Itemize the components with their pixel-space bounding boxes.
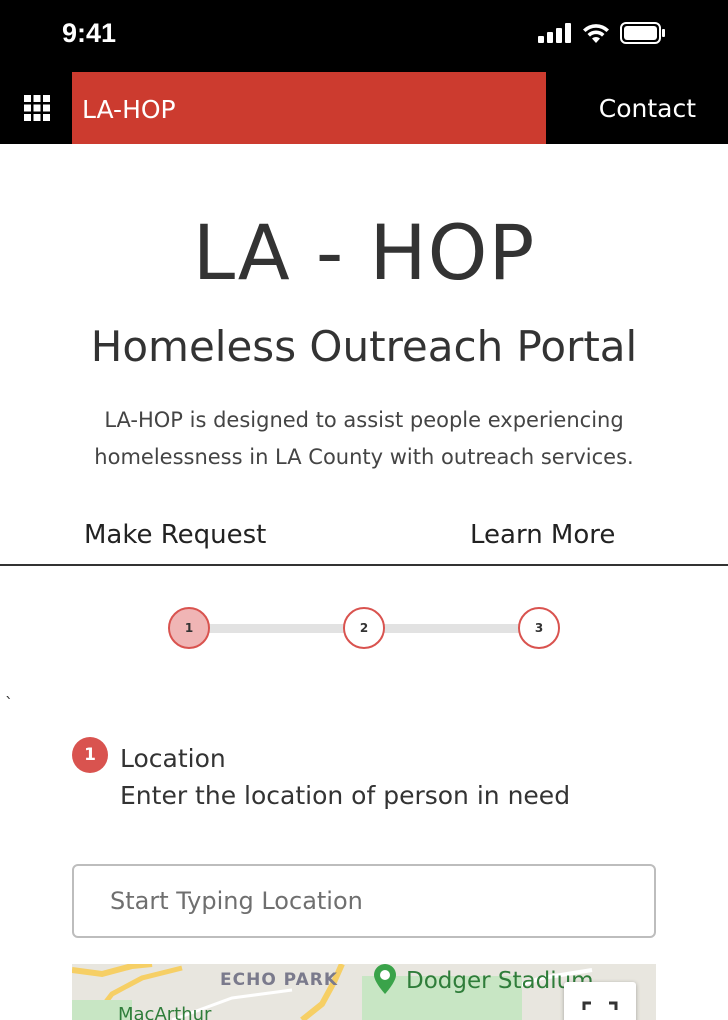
apps-grid-icon[interactable] xyxy=(24,95,50,121)
tab-make-request[interactable]: Make Request xyxy=(84,520,266,550)
contact-link[interactable]: Contact xyxy=(599,94,696,123)
tab-learn-more[interactable]: Learn More xyxy=(470,520,615,550)
section-description: Enter the location of person in need xyxy=(120,781,571,810)
wifi-icon xyxy=(583,24,609,43)
battery-icon xyxy=(620,22,665,44)
status-icons xyxy=(538,22,666,44)
step-3[interactable]: 3 xyxy=(518,607,560,649)
map[interactable]: ECHO PARK Dodger Stadium MacArthur xyxy=(72,964,656,1020)
page-subtitle: Homeless Outreach Portal xyxy=(90,322,638,371)
map-label-echo-park: ECHO PARK xyxy=(220,970,339,990)
step-1[interactable]: 1 xyxy=(168,607,210,649)
section-title: Location xyxy=(120,744,226,773)
nav-bar: LA-HOP Contact xyxy=(0,72,728,144)
status-bar: 9:41 xyxy=(0,0,728,72)
location-input[interactable] xyxy=(72,864,656,938)
intro-description: LA-HOP is designed to assist people expe… xyxy=(94,408,634,469)
fullscreen-icon xyxy=(582,1001,618,1010)
signal-icon xyxy=(538,23,571,43)
brand-link[interactable]: LA-HOP xyxy=(72,72,546,144)
page-title: LA - HOP xyxy=(192,208,536,297)
map-pin-icon[interactable] xyxy=(372,964,398,994)
tab-divider xyxy=(0,564,728,566)
stray-mark: ` xyxy=(5,694,13,713)
map-label-macarthur: MacArthur xyxy=(118,1004,212,1020)
step-2[interactable]: 2 xyxy=(343,607,385,649)
map-fullscreen-button[interactable] xyxy=(564,982,636,1020)
section-number-badge: 1 xyxy=(72,737,108,773)
status-time: 9:41 xyxy=(62,18,117,48)
